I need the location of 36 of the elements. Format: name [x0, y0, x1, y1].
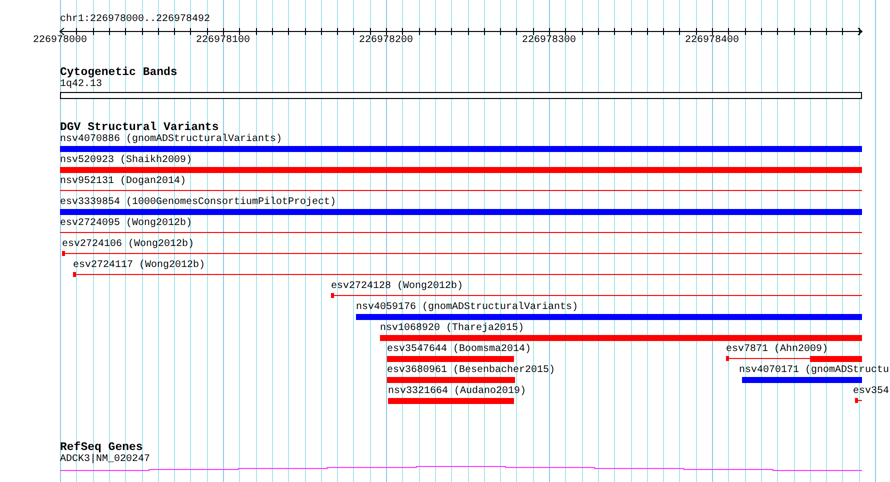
- feature-label: nsv4070171 (gnomADStructu: [739, 365, 890, 376]
- feature-label: nsv1068920 (Thareja2015): [380, 323, 524, 334]
- feature-label: esv2724117 (Wong2012b): [73, 260, 206, 271]
- feature-label: nsv4059176 (gnomADStructuralVariants): [356, 302, 578, 313]
- feature-label: nsv520923 (Shaikh2009): [60, 155, 192, 166]
- feature-label: esv7871 (Ahn2009): [726, 344, 828, 355]
- variant-bar[interactable]: [60, 230, 862, 236]
- variant-bar[interactable]: [726, 356, 862, 362]
- feature-label: ADCK3|NM_020247: [60, 454, 150, 465]
- tick-label: 226978200: [359, 35, 414, 47]
- tick-label: 226978000: [33, 35, 88, 47]
- feature-label: nsv4070886 (gnomADStructuralVariants): [60, 134, 282, 145]
- tick-label: 226978400: [685, 35, 740, 47]
- track-title: Cytogenetic Bands: [60, 66, 178, 79]
- track-title: DGV Structural Variants: [60, 121, 219, 134]
- feature-label: esv2724095 (Wong2012b): [60, 218, 192, 229]
- feature-label: esv2724128 (Wong2012b): [331, 281, 464, 292]
- variant-bar[interactable]: [60, 188, 862, 194]
- feature-label: esv3680961 (Besenbacher2015): [387, 365, 556, 376]
- feature-label: esv3339854 (1000GenomesConsortiumPilotProject): [60, 197, 336, 208]
- tick-label: 226978100: [196, 35, 250, 47]
- variant-bar[interactable]: [331, 293, 862, 299]
- variant-bar[interactable]: [73, 272, 862, 278]
- tick-label: 226978300: [522, 35, 576, 47]
- track-title: RefSeq Genes: [60, 441, 143, 454]
- feature-label: esv3547644 (Boomsma2014): [387, 344, 532, 355]
- feature-label: esv354: [853, 386, 890, 397]
- variant-bar[interactable]: [855, 398, 862, 404]
- feature-label: nsv3321664 (Audano2019): [388, 386, 526, 397]
- gene-line-drawing[interactable]: [60, 464, 862, 471]
- feature-label: nsv952131 (Dogan2014): [60, 176, 186, 187]
- feature-label: esv2724106 (Wong2012b): [62, 239, 194, 250]
- location-label: chr1:226978000..226978492: [60, 14, 210, 26]
- band-bar[interactable]: [60, 92, 862, 99]
- variant-bar[interactable]: [62, 251, 862, 257]
- feature-label: 1q42.13: [60, 79, 102, 90]
